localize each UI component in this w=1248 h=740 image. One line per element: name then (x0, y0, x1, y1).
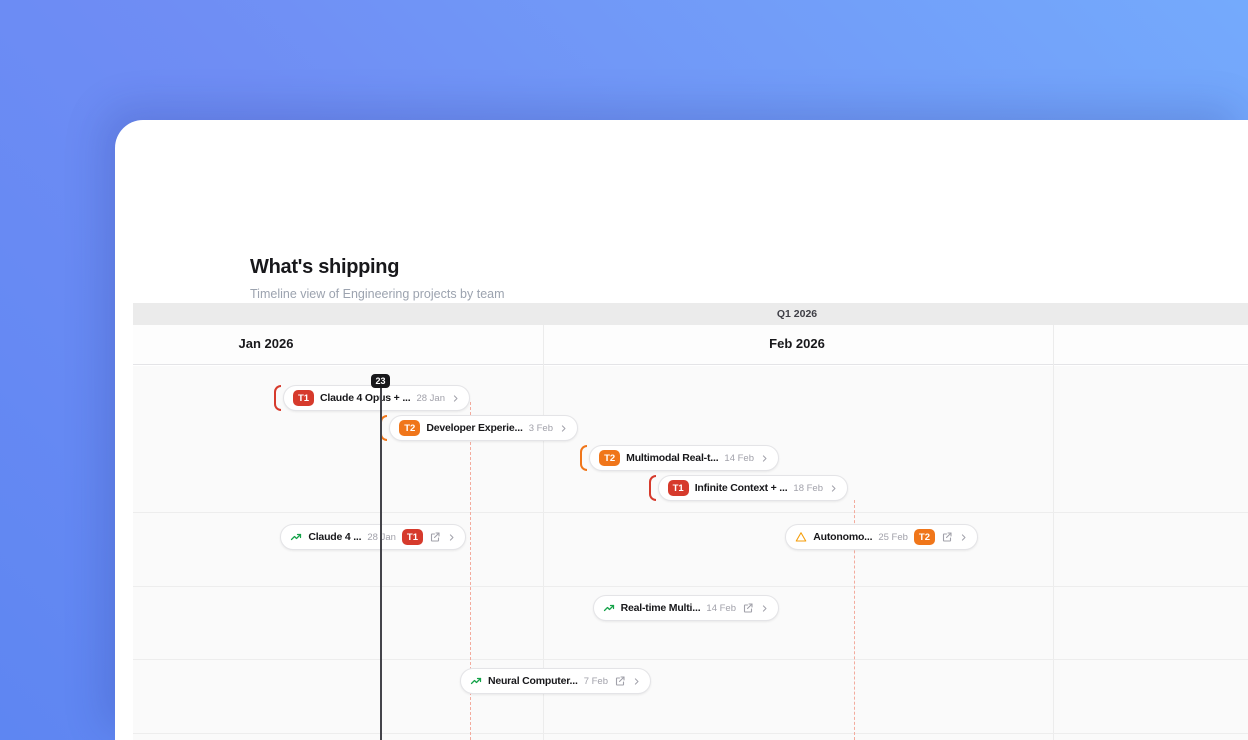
timeline-canvas[interactable] (133, 366, 1248, 740)
today-line (380, 380, 382, 740)
milestone-name: Real-time Multi... (620, 602, 701, 614)
chevron-right-icon (762, 454, 767, 462)
project-date: 14 Feb (724, 452, 754, 464)
chevron-right-icon (449, 533, 454, 541)
page-title: What's shipping (250, 256, 400, 278)
project-date: 18 Feb (793, 482, 823, 494)
chevron-right-icon (762, 604, 767, 612)
chevron-right-icon (961, 533, 966, 541)
project-name: Developer Experie... (426, 422, 523, 434)
milestone-autonomous[interactable]: Autonomo... 25 Feb T2 (785, 524, 978, 550)
month-gridline (1053, 325, 1054, 740)
external-link-icon[interactable] (941, 531, 953, 543)
milestone-name: Autonomo... (813, 531, 873, 543)
start-bracket (648, 475, 656, 501)
trending-up-icon (470, 677, 482, 685)
project-date: 3 Feb (528, 422, 553, 434)
row-divider (133, 733, 1248, 734)
milestone-name: Claude 4 ... (308, 531, 362, 543)
tier-badge: T1 (667, 480, 689, 496)
row-divider (133, 586, 1248, 587)
project-date: 28 Jan (416, 392, 445, 404)
screen: What's shipping Timeline view of Enginee… (0, 0, 1248, 740)
chevron-right-icon (453, 394, 458, 402)
external-link-icon[interactable] (742, 602, 754, 614)
tier-badge: T2 (913, 529, 935, 545)
project-bar-multimodal-realtime[interactable]: T2 Multimodal Real-t... 14 Feb (580, 445, 779, 471)
milestone-date: 25 Feb (878, 531, 908, 543)
tier-badge: T2 (599, 450, 621, 466)
quarter-header-band: Q1 2026 (133, 303, 1248, 325)
project-name: Multimodal Real-t... (626, 452, 719, 464)
row-divider (133, 659, 1248, 660)
external-link-icon[interactable] (429, 531, 441, 543)
quarter-label: Q1 2026 (776, 308, 818, 320)
project-bar-infinite-context[interactable]: T1 Infinite Context + ... 18 Feb (648, 475, 848, 501)
tier-badge: T1 (292, 390, 315, 406)
trending-up-icon (291, 533, 302, 541)
row-divider (133, 512, 1248, 513)
milestone-date: 28 Jan (367, 531, 396, 543)
month-header-row: Jan 2026 Feb 2026 (133, 325, 1248, 365)
project-name: Claude 4 Opus + ... (320, 392, 411, 404)
project-bar-claude-4-opus[interactable]: T1 Claude 4 Opus + ... 28 Jan (273, 385, 470, 411)
external-link-icon[interactable] (614, 675, 626, 687)
project-name: Infinite Context + ... (694, 482, 788, 494)
milestone-real-time-multi[interactable]: Real-time Multi... 14 Feb (592, 595, 779, 621)
milestone-claude-4[interactable]: Claude 4 ... 28 Jan T1 (280, 524, 466, 550)
start-bracket (273, 385, 281, 411)
trending-up-icon (603, 604, 614, 612)
chevron-right-icon (831, 484, 836, 492)
warning-triangle-icon (795, 532, 807, 542)
today-badge: 23 (371, 374, 390, 388)
milestone-name: Neural Computer... (487, 675, 578, 687)
page-subtitle: Timeline view of Engineering projects by… (250, 287, 505, 301)
milestone-date: 7 Feb (583, 675, 608, 687)
milestone-date: 14 Feb (706, 602, 736, 614)
project-bar-developer-experience[interactable]: T2 Developer Experie... 3 Feb (380, 415, 578, 441)
month-label-feb: Feb 2026 (769, 336, 825, 351)
chevron-right-icon (634, 677, 639, 685)
milestone-neural-computer[interactable]: Neural Computer... 7 Feb (459, 668, 651, 694)
tier-badge: T2 (399, 420, 421, 436)
start-bracket (580, 445, 588, 471)
chevron-right-icon (561, 424, 566, 432)
tier-badge: T1 (401, 529, 423, 545)
month-label-jan: Jan 2026 (238, 336, 294, 351)
